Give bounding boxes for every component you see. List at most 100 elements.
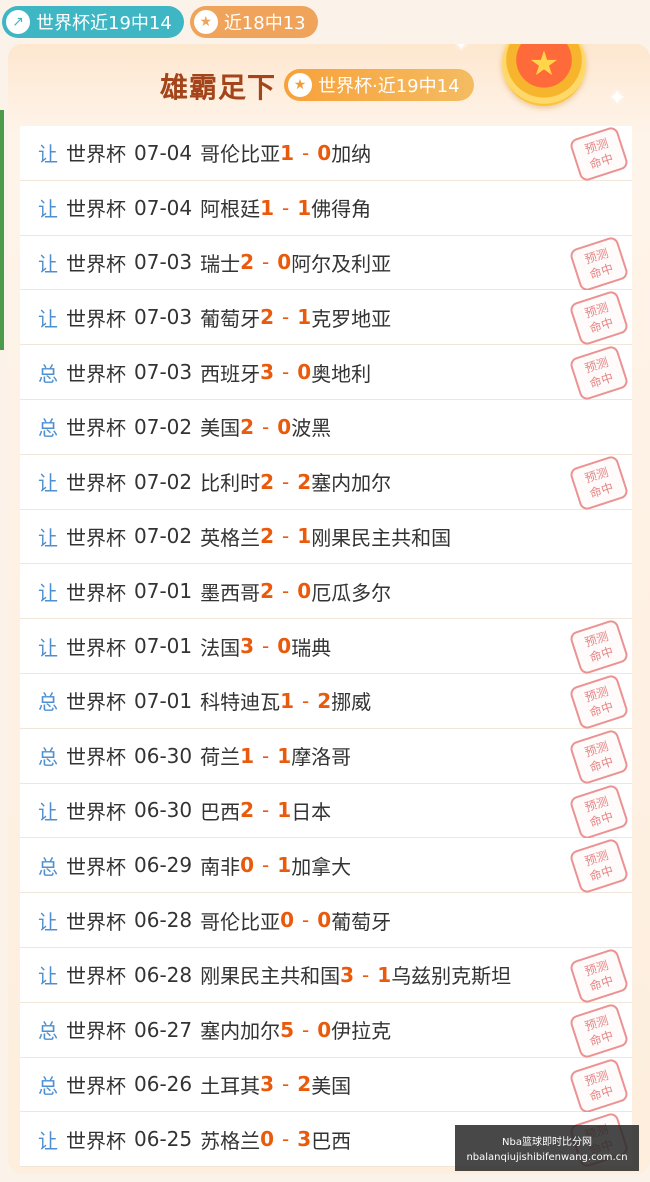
- watermark-line2: nbalanqiujishibifenwang.com.cn: [466, 1152, 628, 1163]
- match-row[interactable]: 总世界杯 06-26 土耳其 3-2 美国 预测 命中: [20, 1056, 632, 1115]
- match-competition: 世界杯: [66, 416, 126, 441]
- home-team: 瑞士: [200, 251, 241, 276]
- match-kind: 总: [38, 1073, 58, 1098]
- match-row[interactable]: 让世界杯 07-04 哥伦比亚 1-0 加纳 预测 命中: [20, 125, 632, 183]
- home-score: 3: [340, 962, 355, 987]
- match-row[interactable]: 让世界杯 06-28 刚果民主共和国 3-1 乌兹别克斯坦 预测 命中: [20, 947, 632, 1005]
- match-date: 07-01: [134, 688, 193, 713]
- score-separator: -: [262, 414, 270, 439]
- hit-stamp-icon: 预测命中: [568, 947, 630, 1005]
- score-separator: -: [282, 305, 290, 330]
- home-team: 墨西哥: [200, 580, 261, 605]
- home-score: 3: [260, 1072, 275, 1097]
- match-kind: 总: [38, 745, 58, 770]
- match-row[interactable]: 让世界杯 07-04 阿根廷 1-1 佛得角: [20, 180, 632, 236]
- match-row[interactable]: 让世界杯 07-03 葡萄牙 2-1 克罗地亚 预测 命中: [20, 289, 632, 348]
- match-kind: 让: [38, 251, 58, 276]
- away-team: 巴西: [311, 1128, 352, 1153]
- score-separator: -: [262, 743, 270, 768]
- home-score: 2: [260, 579, 275, 604]
- match-row[interactable]: 让世界杯 06-28 哥伦比亚 0-0 葡萄牙: [20, 893, 632, 948]
- prediction-card: 雄霸足下 ★ 世界杯·近19中14 ✦ ★ ✦ 让世界杯 07-04 哥伦比亚 1-0…: [8, 44, 650, 1174]
- hit-stamp-icon: 预测命中: [568, 454, 630, 512]
- score-separator: -: [262, 634, 270, 659]
- hit-stamp-icon: 预测命中: [568, 837, 630, 896]
- match-row[interactable]: 让世界杯 07-02 英格兰 2-1 刚果民主共和国: [20, 509, 632, 565]
- away-team: 挪威: [331, 690, 372, 715]
- away-score: 2: [317, 688, 332, 713]
- medal-icon: ★: [502, 44, 586, 106]
- match-kind: 让: [38, 471, 58, 496]
- record-badge: ★ 世界杯·近19中14: [284, 69, 474, 101]
- away-team: 美国: [311, 1073, 352, 1098]
- match-competition: 世界杯: [66, 964, 126, 989]
- away-team: 刚果民主共和国: [311, 525, 452, 550]
- score-separator: -: [262, 853, 270, 878]
- tab-label: 世界杯近19中14: [36, 13, 172, 34]
- away-score: 1: [297, 305, 312, 330]
- match-row[interactable]: 总世界杯 07-03 西班牙 3-0 奥地利 预测 命中: [20, 344, 632, 402]
- sparkle-icon: ✦: [452, 44, 471, 57]
- away-team: 厄瓜多尔: [311, 580, 392, 605]
- away-team: 波黑: [291, 416, 332, 441]
- match-row[interactable]: 总世界杯 06-27 塞内加尔 5-0 伊拉克 预测 命中: [20, 1002, 632, 1060]
- match-date: 07-04: [134, 195, 193, 220]
- match-row[interactable]: 让世界杯 07-03 瑞士 2-0 阿尔及利亚 预测 命中: [20, 234, 632, 293]
- match-competition: 世界杯: [66, 635, 126, 660]
- match-row[interactable]: 让世界杯 07-02 比利时 2-2 塞内加尔 预测 命中: [20, 454, 632, 512]
- away-score: 1: [277, 743, 292, 768]
- match-kind: 总: [38, 361, 58, 386]
- left-edge-strip: [0, 110, 4, 350]
- away-score: 1: [277, 798, 292, 823]
- match-competition: 世界杯: [66, 909, 126, 934]
- hit-stamp-icon: 预测命中: [568, 234, 630, 293]
- score-separator: -: [282, 1072, 290, 1097]
- match-date: 06-28: [134, 908, 193, 933]
- away-team: 阿尔及利亚: [291, 251, 392, 276]
- match-row[interactable]: 让世界杯 07-01 墨西哥 2-0 厄瓜多尔: [20, 564, 632, 620]
- away-team: 日本: [291, 799, 332, 824]
- match-row[interactable]: 让世界杯 06-30 巴西 2-1 日本 预测 命中: [20, 782, 632, 841]
- away-team: 加拿大: [291, 854, 352, 879]
- page-title: 雄霸足下: [160, 71, 277, 104]
- home-score: 2: [260, 469, 275, 494]
- match-date: 07-01: [134, 634, 193, 659]
- tab-label: 近18中13: [223, 13, 306, 34]
- match-competition: 世界杯: [66, 1128, 126, 1153]
- match-kind: 让: [38, 142, 58, 167]
- score-separator: -: [282, 469, 290, 494]
- match-date: 07-02: [134, 469, 193, 494]
- watermark-line1: Nba篮球即时比分网: [502, 1137, 592, 1148]
- match-row[interactable]: 总世界杯 07-01 科特迪瓦 1-2 挪威 预测 命中: [20, 673, 632, 731]
- match-competition: 世界杯: [66, 580, 126, 605]
- match-competition: 世界杯: [66, 197, 126, 222]
- match-competition: 世界杯: [66, 854, 126, 879]
- home-team: 哥伦比亚: [200, 142, 281, 167]
- home-score: 2: [240, 250, 255, 275]
- sparkle-icon: ✦: [608, 86, 627, 111]
- match-row[interactable]: 让世界杯 07-01 法国 3-0 瑞典 预测 命中: [20, 618, 632, 676]
- score-separator: -: [262, 798, 270, 823]
- hit-stamp-icon: 预测命中: [568, 1002, 630, 1060]
- home-team: 巴西: [200, 799, 241, 824]
- star-icon: ★: [288, 73, 312, 97]
- tab-world-cup-record[interactable]: ↗ 世界杯近19中14: [2, 6, 184, 38]
- tab-recent-record[interactable]: ★ 近18中13: [189, 6, 318, 38]
- away-team: 乌兹别克斯坦: [391, 964, 512, 989]
- score-separator: -: [262, 250, 270, 275]
- arrow-up-icon: ↗: [6, 10, 30, 34]
- score-separator: -: [282, 1127, 290, 1152]
- score-separator: -: [302, 688, 310, 713]
- home-team: 苏格兰: [200, 1128, 261, 1153]
- away-score: 0: [317, 908, 332, 933]
- match-kind: 让: [38, 580, 58, 605]
- match-row[interactable]: 总世界杯 06-29 南非 0-1 加拿大 预测 命中: [20, 837, 632, 896]
- match-competition: 世界杯: [66, 690, 126, 715]
- home-score: 0: [280, 908, 295, 933]
- score-separator: -: [282, 524, 290, 549]
- match-row[interactable]: 总世界杯 06-30 荷兰 1-1 摩洛哥 预测 命中: [20, 728, 632, 786]
- match-row[interactable]: 总世界杯 07-02 美国 2-0 波黑: [20, 399, 632, 455]
- home-team: 西班牙: [200, 361, 261, 386]
- hit-stamp-icon: 预测命中: [568, 728, 630, 786]
- away-score: 0: [297, 360, 312, 385]
